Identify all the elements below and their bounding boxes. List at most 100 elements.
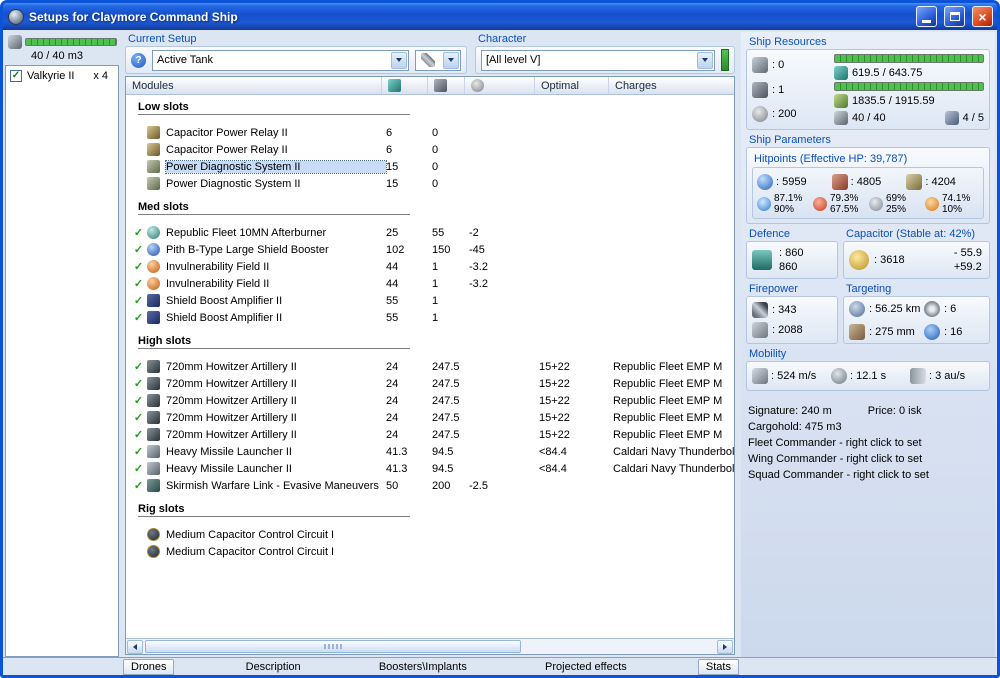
module-row[interactable]: Capacitor Power Relay II60	[130, 124, 734, 141]
module-row[interactable]: Medium Capacitor Control Circuit I	[130, 543, 734, 560]
em-resist-icon	[757, 197, 771, 211]
kinetic-armor-resist: 25%	[886, 204, 906, 215]
module-icon	[147, 528, 160, 541]
module-row[interactable]: ✓Heavy Missile Launcher II41.394.5<84.4C…	[130, 443, 734, 460]
charge-value: Caldari Navy Thunderbolt	[613, 463, 734, 475]
charge-value: Republic Fleet EMP M	[613, 412, 734, 424]
scan-resolution-icon	[849, 324, 865, 340]
module-row[interactable]: ✓720mm Howitzer Artillery II24247.515+22…	[130, 426, 734, 443]
module-row[interactable]: Medium Capacitor Control Circuit I	[130, 526, 734, 543]
setup-select-arrow[interactable]	[391, 52, 407, 69]
warp-speed-value: : 3 au/s	[929, 370, 965, 382]
help-icon[interactable]: ?	[131, 53, 146, 68]
drone-checkbox[interactable]: ✓	[10, 70, 22, 82]
setup-select-value: Active Tank	[157, 54, 213, 66]
module-row[interactable]: ✓720mm Howitzer Artillery II24247.515+22…	[130, 392, 734, 409]
module-row-selected[interactable]: Power Diagnostic System II150	[130, 158, 734, 175]
tab-boosters-implants[interactable]: Boosters\Implants	[372, 659, 474, 675]
align-time-icon	[831, 368, 847, 384]
optimal-value: 15+22	[539, 429, 613, 441]
dronebay-value: 40 / 40	[852, 112, 886, 124]
module-row[interactable]: ✓Pith B-Type Large Shield Booster102150-…	[130, 241, 734, 258]
column-modules[interactable]: Modules	[126, 77, 382, 94]
column-cpu[interactable]	[382, 77, 428, 94]
turret-hardpoint-icon	[752, 57, 768, 73]
minimize-icon	[922, 20, 931, 23]
module-name: Skirmish Warfare Link - Evasive Maneuver…	[166, 480, 386, 492]
module-row[interactable]: ✓Shield Boost Amplifier II551	[130, 309, 734, 326]
tools-dropdown-arrow[interactable]	[443, 52, 459, 69]
module-icon	[147, 311, 160, 324]
module-row[interactable]: ✓Skirmish Warfare Link - Evasive Maneuve…	[130, 477, 734, 494]
horizontal-scrollbar[interactable]	[126, 638, 734, 654]
drone-list-item[interactable]: ✓ Valkyrie II x 4	[8, 69, 116, 83]
capacitor-drain: - 55.9	[954, 246, 982, 260]
module-icon	[147, 177, 160, 190]
module-icon	[147, 411, 160, 424]
module-name: 720mm Howitzer Artillery II	[166, 395, 386, 407]
cap-value: -2.5	[469, 480, 539, 492]
modules-table-header[interactable]: Modules Optimal Charges	[126, 77, 734, 95]
module-row[interactable]: ✓Republic Fleet 10MN Afterburner2555-2	[130, 224, 734, 241]
bottom-tabbar: Drones Description Boosters\Implants Pro…	[3, 657, 997, 675]
warp-speed-icon	[910, 368, 926, 384]
close-button[interactable]: ×	[972, 6, 993, 27]
missile-dps-icon	[752, 322, 768, 338]
section-rig-slots: Rig slots	[138, 503, 410, 517]
tab-projected-effects[interactable]: Projected effects	[538, 659, 634, 675]
scroll-right-button[interactable]	[717, 640, 733, 654]
minimize-button[interactable]	[916, 6, 937, 27]
thermal-resist-icon	[813, 197, 827, 211]
scrollbar-thumb[interactable]	[145, 640, 521, 653]
cpu-value: 15	[386, 178, 432, 190]
missile-firepower-value: : 2088	[772, 324, 803, 336]
em-armor-resist: 90%	[774, 204, 802, 215]
section-low-slots: Low slots	[138, 101, 410, 115]
active-check-icon: ✓	[130, 311, 147, 324]
ship-resources-label: Ship Resources	[746, 35, 990, 49]
tab-description[interactable]: Description	[239, 659, 308, 675]
cpu-value: 24	[386, 395, 432, 407]
column-optimal[interactable]: Optimal	[535, 77, 609, 94]
module-row[interactable]: ✓Heavy Missile Launcher II41.394.5<84.4C…	[130, 460, 734, 477]
pg-value: 1	[432, 295, 469, 307]
cpu-value: 50	[386, 480, 432, 492]
module-icon	[147, 226, 160, 239]
character-select[interactable]: [All level V]	[481, 50, 715, 71]
maximize-button[interactable]	[944, 6, 965, 27]
charge-value: Republic Fleet EMP M	[613, 429, 734, 441]
module-row[interactable]: ✓Invulnerability Field II441-3.2	[130, 258, 734, 275]
module-row[interactable]: Capacitor Power Relay II60	[130, 141, 734, 158]
optimal-value: 15+22	[539, 378, 613, 390]
module-row[interactable]: ✓720mm Howitzer Artillery II24247.515+22…	[130, 375, 734, 392]
module-row[interactable]: ✓720mm Howitzer Artillery II24247.515+22…	[130, 358, 734, 375]
active-check-icon: ✓	[130, 243, 147, 256]
tools-dropdown[interactable]	[415, 50, 461, 71]
defence-value-1: : 860	[779, 246, 803, 260]
column-powergrid[interactable]	[428, 77, 465, 94]
titlebar[interactable]: Setups for Claymore Command Ship ×	[3, 3, 997, 30]
module-icon	[147, 377, 160, 390]
pg-value: 1	[432, 312, 469, 324]
column-capacitor[interactable]	[465, 77, 535, 94]
module-row[interactable]: ✓720mm Howitzer Artillery II24247.515+22…	[130, 409, 734, 426]
fleet-commander-link[interactable]: Fleet Commander - right click to set	[748, 435, 990, 451]
squad-commander-link[interactable]: Squad Commander - right click to set	[748, 467, 990, 483]
scroll-left-button[interactable]	[127, 640, 143, 654]
drone-list[interactable]: ✓ Valkyrie II x 4	[5, 65, 119, 657]
maximize-icon	[950, 12, 960, 21]
setup-select[interactable]: Active Tank	[152, 50, 409, 71]
module-row[interactable]: ✓Invulnerability Field II441-3.2	[130, 275, 734, 292]
module-row[interactable]: ✓Shield Boost Amplifier II551	[130, 292, 734, 309]
pg-value: 247.5	[432, 412, 469, 424]
module-row[interactable]: Power Diagnostic System II150	[130, 175, 734, 192]
character-select-arrow[interactable]	[697, 52, 713, 69]
tab-drones[interactable]: Drones	[123, 659, 174, 675]
hull-icon	[906, 174, 922, 190]
module-name: Heavy Missile Launcher II	[166, 463, 386, 475]
active-check-icon: ✓	[130, 260, 147, 273]
tab-stats[interactable]: Stats	[698, 659, 739, 675]
wing-commander-link[interactable]: Wing Commander - right click to set	[748, 451, 990, 467]
drone-bay-bar	[25, 38, 117, 46]
column-charges[interactable]: Charges	[609, 77, 734, 94]
